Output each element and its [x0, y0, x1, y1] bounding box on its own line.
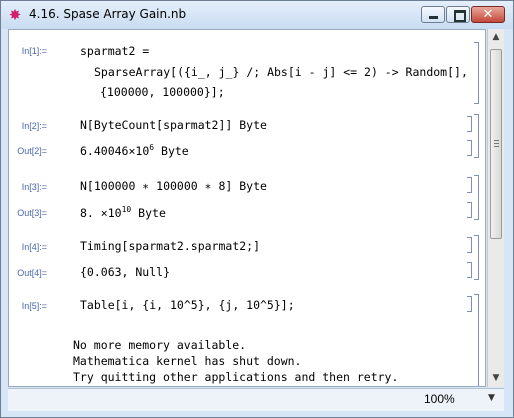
input-cell-line[interactable]: SparseArray[({i_, j_} /; Abs[i - j] <= 2…: [94, 65, 468, 79]
input-label: In[2]:=: [21, 121, 47, 131]
cell-bracket[interactable]: [467, 177, 472, 193]
output-mantissa: 8.: [80, 205, 94, 220]
output-base: 10: [107, 205, 122, 220]
output-unit: Byte: [161, 143, 189, 158]
close-button[interactable]: ✕: [471, 6, 505, 23]
input-cell[interactable]: Table[i, {i, 10^5}, {j, 10^5}];: [80, 298, 295, 312]
input-label: In[4]:=: [21, 242, 47, 252]
vertical-scrollbar[interactable]: ▲ ▼: [487, 29, 504, 387]
scroll-down-icon[interactable]: ▼: [488, 370, 504, 386]
input-cell[interactable]: N[ByteCount[sparmat2]] Byte: [80, 118, 267, 132]
output-cell: {0.063, Null}: [80, 265, 171, 279]
input-label: In[1]:=: [21, 46, 47, 56]
minimize-button[interactable]: [421, 6, 445, 23]
cell-bracket[interactable]: [467, 202, 472, 218]
output-label: Out[3]=: [17, 208, 47, 218]
input-cell-line[interactable]: {100000, 100000}];: [100, 85, 225, 99]
input-cell[interactable]: N[100000 ∗ 100000 ∗ 8] Byte: [80, 179, 267, 193]
zoom-level[interactable]: 100%: [424, 392, 455, 406]
kernel-message: Mathematica kernel has shut down.: [73, 354, 302, 368]
output-base: 10: [135, 143, 150, 158]
output-cell: 6.40046×106 Byte: [80, 143, 189, 158]
output-label: Out[2]=: [17, 146, 47, 156]
group-bracket[interactable]: [474, 294, 479, 386]
maximize-button[interactable]: [446, 6, 470, 23]
group-bracket[interactable]: [474, 235, 479, 280]
notebook-window: ✸ 4.16. Spase Array Gain.nb ✕ In[1]:= sp…: [0, 0, 514, 418]
notebook-content[interactable]: In[1]:= sparmat2 = SparseArray[({i_, j_}…: [8, 29, 486, 387]
grip-line: [494, 143, 499, 144]
mathematica-star-icon: ✸: [8, 6, 22, 24]
input-cell[interactable]: Timing[sparmat2.sparmat2;]: [80, 239, 260, 253]
cell-bracket[interactable]: [467, 140, 472, 156]
cell-bracket[interactable]: [467, 237, 472, 253]
output-mantissa: 6.40046: [80, 143, 129, 158]
close-icon: ✕: [482, 7, 494, 22]
output-exponent: 6: [149, 143, 155, 152]
window-title: 4.16. Spase Array Gain.nb: [29, 7, 187, 21]
grip-line: [494, 140, 499, 141]
group-bracket[interactable]: [474, 114, 479, 158]
minimize-icon: [429, 16, 438, 19]
group-bracket[interactable]: [474, 175, 479, 220]
maximize-icon: [454, 10, 466, 22]
input-label: In[5]:=: [21, 301, 47, 311]
input-label: In[3]:=: [21, 182, 47, 192]
scroll-up-icon[interactable]: ▲: [488, 29, 504, 45]
grip-line: [494, 146, 499, 147]
title-bar[interactable]: ✸ 4.16. Spase Array Gain.nb ✕: [1, 1, 513, 29]
cell-bracket[interactable]: [467, 296, 472, 312]
status-bar: 100% ▼: [8, 388, 504, 411]
cell-bracket[interactable]: [467, 262, 472, 278]
cell-bracket[interactable]: [474, 42, 479, 104]
cell-bracket[interactable]: [467, 116, 472, 132]
output-unit: Byte: [138, 205, 166, 220]
scroll-thumb[interactable]: [490, 49, 502, 239]
times-sign: ×: [100, 205, 108, 220]
output-label: Out[4]=: [17, 268, 47, 278]
input-cell-line[interactable]: sparmat2 =: [80, 44, 149, 58]
zoom-dropdown-icon[interactable]: ▼: [488, 393, 495, 403]
kernel-message: Try quitting other applications and then…: [73, 370, 399, 384]
output-exponent: 10: [121, 205, 132, 214]
output-cell: 8. ×1010 Byte: [80, 205, 166, 220]
kernel-message: No more memory available.: [73, 338, 247, 352]
